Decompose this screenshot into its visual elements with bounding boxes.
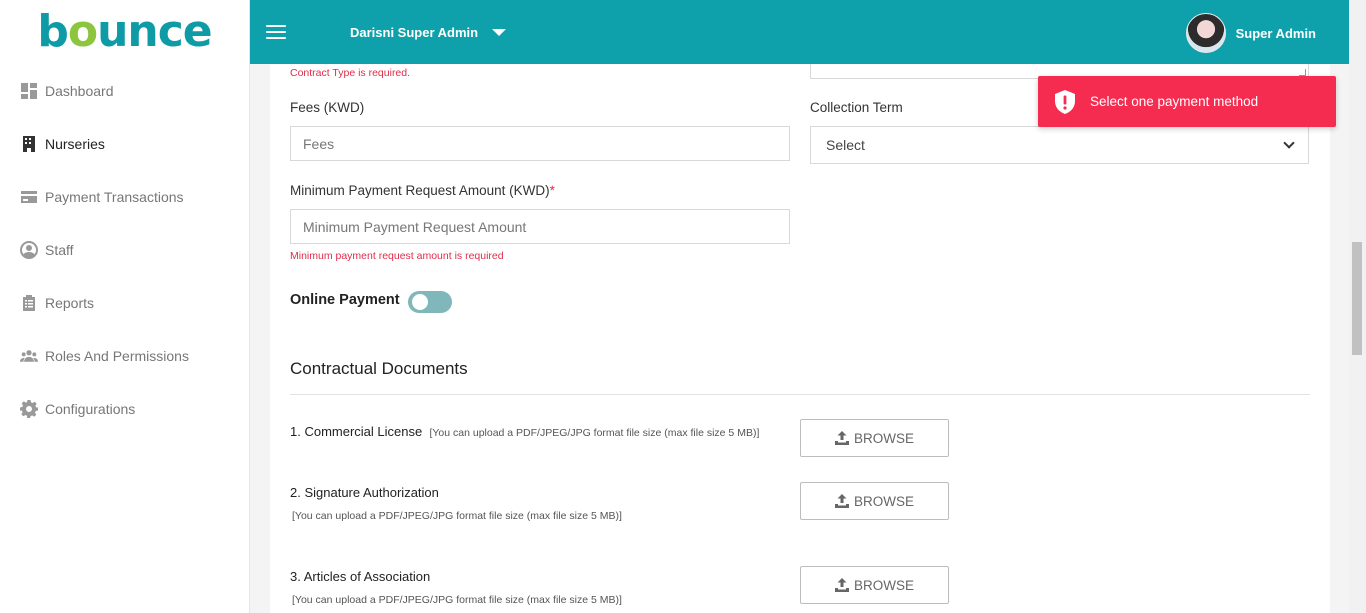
required-mark: *	[549, 183, 555, 198]
logo-text: bounce	[37, 6, 212, 57]
resize-handle-icon[interactable]	[1299, 69, 1306, 76]
shield-alert-icon	[1054, 89, 1076, 114]
dashboard-icon	[20, 82, 38, 100]
gear-icon	[20, 399, 38, 418]
page-scrollbar[interactable]	[1349, 0, 1366, 613]
upload-icon	[834, 578, 849, 592]
sidebar-item-label: Roles And Permissions	[45, 347, 189, 364]
online-payment-label: Online Payment	[290, 292, 400, 308]
sidebar-item-reports[interactable]: Reports	[0, 276, 249, 329]
document-item-label: 1. Commercial License [You can upload a …	[290, 424, 760, 439]
fees-input[interactable]	[290, 126, 790, 161]
logo[interactable]: bounce	[0, 0, 249, 64]
document-hint: [You can upload a PDF/JPEG/JPG format fi…	[292, 594, 622, 606]
online-payment-toggle[interactable]	[408, 291, 452, 313]
admin-switcher-label: Darisni Super Admin	[350, 24, 479, 40]
sidebar-item-payment-transactions[interactable]: Payment Transactions	[0, 170, 249, 223]
scrollbar-thumb[interactable]	[1352, 242, 1362, 355]
collection-term-label: Collection Term	[810, 100, 903, 115]
min-payment-input[interactable]	[290, 209, 790, 244]
fees-label: Fees (KWD)	[290, 100, 365, 115]
document-hint: [You can upload a PDF/JPEG/JPG format fi…	[429, 427, 760, 439]
caret-down-icon	[492, 28, 507, 36]
error-toast[interactable]: Select one payment method	[1038, 76, 1336, 127]
sidebar-item-label: Reports	[45, 294, 95, 311]
browse-button[interactable]: BROWSE	[800, 566, 949, 604]
user-menu[interactable]: Super Admin	[1185, 13, 1316, 53]
sidebar-item-roles-and-permissions[interactable]: Roles And Permissions	[0, 329, 249, 382]
sidebar: bounce Dashboard Nurseries Payment Trans…	[0, 0, 250, 613]
credit-card-icon	[20, 188, 38, 206]
sidebar-item-dashboard[interactable]: Dashboard	[0, 64, 249, 117]
toggle-knob	[412, 294, 428, 310]
sidebar-nav: Dashboard Nurseries Payment Transactions…	[0, 64, 249, 435]
sidebar-item-label: Configurations	[45, 400, 136, 417]
browse-button[interactable]: BROWSE	[800, 419, 949, 457]
sidebar-item-label: Dashboard	[45, 82, 114, 99]
users-icon	[20, 347, 38, 365]
min-payment-label: Minimum Payment Request Amount (KWD)*	[290, 183, 555, 198]
hamburger-menu-icon[interactable]	[266, 25, 286, 39]
chevron-down-icon	[1283, 137, 1295, 149]
top-header: Darisni Super Admin Super Admin	[250, 0, 1366, 64]
section-title: Contractual Documents	[290, 359, 468, 378]
document-item-label: 3. Articles of Association	[290, 569, 431, 584]
sidebar-item-configurations[interactable]: Configurations	[0, 382, 249, 435]
collection-term-select[interactable]: Select	[810, 126, 1309, 164]
toast-message: Select one payment method	[1090, 94, 1259, 109]
clipboard-icon	[20, 294, 38, 312]
user-name: Super Admin	[1235, 25, 1316, 41]
user-circle-icon	[20, 240, 38, 259]
avatar	[1185, 13, 1226, 53]
nursery-form-card: Contract Type is required. Fees (KWD) Co…	[270, 64, 1330, 613]
min-payment-error: Minimum payment request amount is requir…	[290, 250, 504, 262]
collection-term-value: Select	[826, 137, 865, 153]
sidebar-item-label: Staff	[45, 241, 74, 258]
sidebar-item-label: Nurseries	[45, 135, 105, 152]
admin-switcher-dropdown[interactable]: Darisni Super Admin	[350, 24, 507, 40]
contract-type-error: Contract Type is required.	[290, 67, 411, 79]
building-icon	[20, 135, 38, 153]
document-hint: [You can upload a PDF/JPEG/JPG format fi…	[292, 510, 622, 522]
browse-button[interactable]: BROWSE	[800, 482, 949, 520]
sidebar-item-staff[interactable]: Staff	[0, 223, 249, 276]
document-item-label: 2. Signature Authorization	[290, 485, 439, 500]
upload-icon	[834, 431, 849, 445]
divider	[290, 394, 1310, 395]
sidebar-item-label: Payment Transactions	[45, 188, 184, 205]
sidebar-item-nurseries[interactable]: Nurseries	[0, 117, 249, 170]
upload-icon	[834, 494, 849, 508]
